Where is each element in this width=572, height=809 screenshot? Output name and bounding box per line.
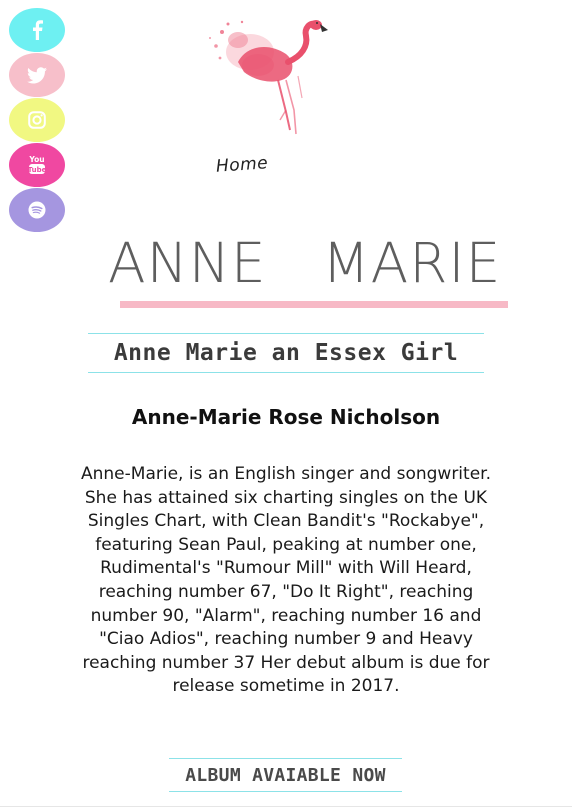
page-title: ANNE MARIE — [108, 231, 502, 295]
flamingo-icon — [198, 20, 338, 139]
youtube-icon: You Tube — [28, 154, 46, 176]
nav-home-link[interactable]: Home — [215, 153, 268, 177]
instagram-button[interactable] — [9, 98, 65, 142]
social-sidebar: You Tube — [9, 8, 65, 233]
facebook-button[interactable] — [9, 8, 65, 52]
page-subtitle: Anne Marie an Essex Girl — [113, 340, 459, 366]
album-available-button[interactable]: ALBUM AVAIABLE NOW — [169, 758, 402, 792]
svg-text:You: You — [28, 155, 44, 164]
twitter-button[interactable] — [9, 53, 65, 97]
bottom-divider — [0, 806, 572, 807]
spotify-icon — [28, 201, 46, 219]
spotify-button[interactable] — [9, 188, 65, 232]
album-available-label: ALBUM AVAIABLE NOW — [185, 764, 386, 786]
flamingo-logo[interactable] — [198, 10, 338, 135]
twitter-icon — [27, 66, 47, 84]
instagram-icon — [28, 111, 46, 129]
svg-text:Tube: Tube — [28, 166, 46, 174]
title-underline — [120, 301, 508, 308]
facebook-icon — [30, 20, 44, 40]
subtitle-box: Anne Marie an Essex Girl — [88, 333, 484, 373]
youtube-button[interactable]: You Tube — [9, 143, 65, 187]
full-name-heading: Anne-Marie Rose Nicholson — [131, 405, 441, 429]
bio-paragraph: Anne-Marie, is an English singer and son… — [81, 464, 491, 697]
